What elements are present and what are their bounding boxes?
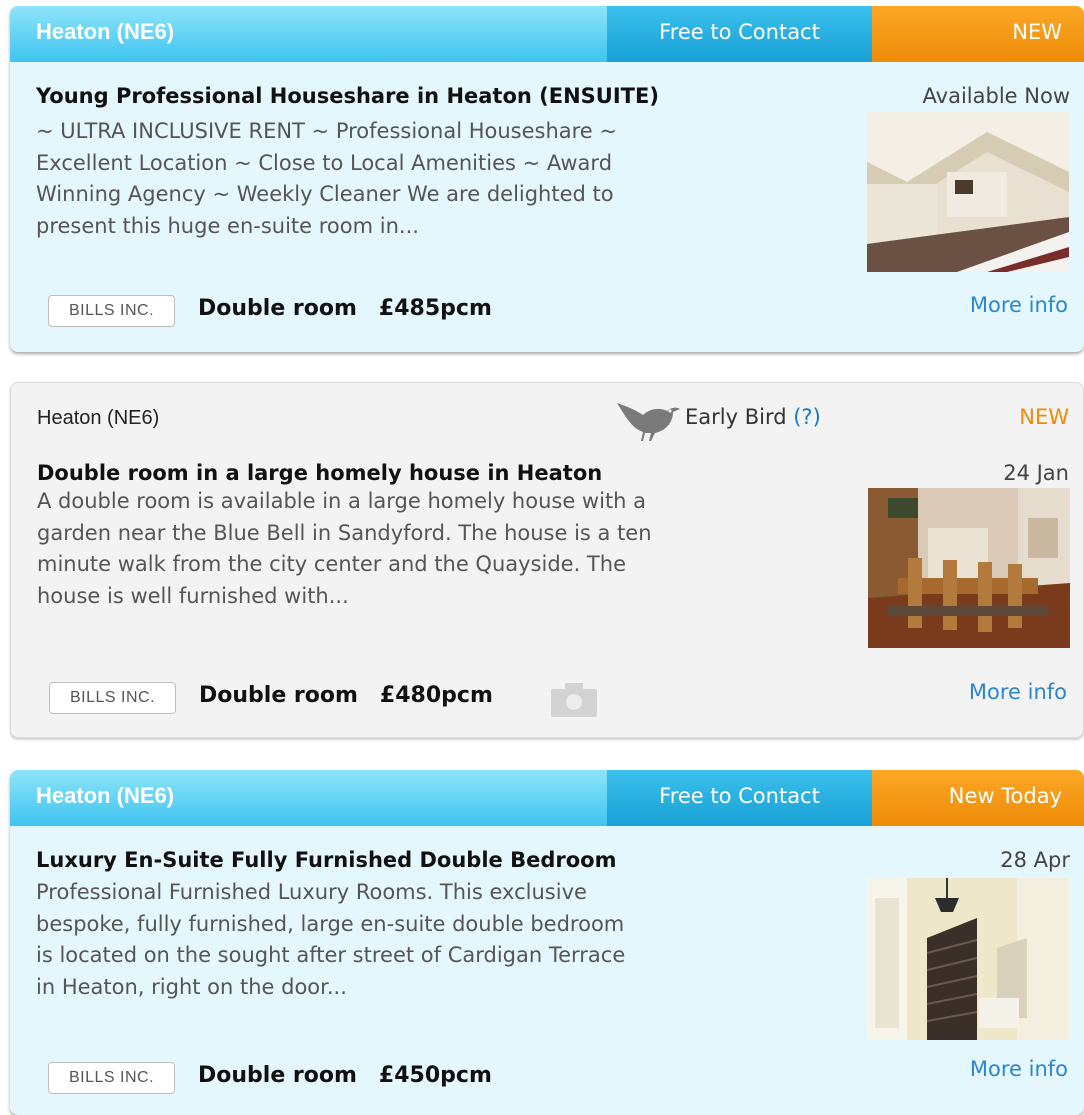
availability-date: 24 Jan [1003, 461, 1069, 485]
listing-card[interactable]: Heaton (NE6) Early Bird (?) NEW Double r… [10, 382, 1084, 738]
room-type: Double room [199, 683, 358, 708]
more-info-link[interactable]: More info [969, 680, 1067, 704]
description-line: Professional Furnished Luxury Rooms. Thi… [36, 880, 587, 904]
bills-inc-badge: BILLS INC. [48, 1062, 175, 1094]
description-line: garden near the Blue Bell in Sandyford. … [37, 520, 652, 545]
listing-title[interactable]: Double room in a large homely house in H… [37, 461, 602, 485]
description-line: house is well furnished with... [37, 583, 349, 608]
room-type: Double room [198, 296, 357, 321]
room-price: Double room £485pcm [198, 296, 492, 321]
bills-inc-badge: BILLS INC. [49, 682, 176, 714]
listing-card[interactable]: Heaton (NE6) Free to Contact NEW Young P… [10, 6, 1084, 352]
new-badge: NEW [1019, 405, 1069, 429]
availability-date: Available Now [922, 84, 1070, 108]
listing-header: Heaton (NE6) Free to Contact New Today [10, 770, 1084, 826]
room-price: Double room £450pcm [198, 1063, 492, 1088]
room-type: Double room [198, 1063, 357, 1088]
listing-photo[interactable] [868, 488, 1070, 648]
listing-card[interactable]: Heaton (NE6) Free to Contact New Today L… [10, 770, 1084, 1115]
listing-description: A double room is available in a large ho… [37, 486, 797, 612]
early-bird-icon [617, 403, 680, 441]
listing-description: ~ ULTRA INCLUSIVE RENT ~ Professional Ho… [36, 116, 796, 242]
more-info-link[interactable]: More info [970, 293, 1068, 317]
new-badge: NEW [872, 6, 1084, 62]
price: £480pcm [379, 683, 493, 708]
free-to-contact-badge: Free to Contact [607, 770, 872, 826]
listing-header: Heaton (NE6) Free to Contact NEW [10, 6, 1084, 62]
early-bird-help-link[interactable]: (?) [793, 405, 821, 429]
camera-icon [551, 683, 597, 717]
listing-title[interactable]: Young Professional Houseshare in Heaton … [36, 84, 659, 108]
description-line: present this huge en-suite room in... [36, 213, 419, 238]
new-today-badge: New Today [872, 770, 1084, 826]
listing-title[interactable]: Luxury En-Suite Fully Furnished Double B… [36, 848, 616, 872]
description-line: Winning Agency ~ Weekly Cleaner We are d… [36, 182, 614, 206]
early-bird-label: Early Bird (?) [685, 405, 821, 429]
bills-inc-badge: BILLS INC. [48, 295, 175, 327]
listing-photo[interactable] [867, 878, 1069, 1040]
description-line: Excellent Location ~ Close to Local Amen… [36, 150, 613, 175]
description-line: minute walk from the city center and the… [37, 552, 626, 576]
description-line: bespoke, fully furnished, large en-suite… [36, 911, 625, 936]
price: £485pcm [378, 296, 492, 321]
listing-area[interactable]: Heaton (NE6) [10, 770, 607, 826]
listing-area[interactable]: Heaton (NE6) [37, 407, 159, 430]
listing-photo[interactable] [867, 112, 1069, 272]
availability-date: 28 Apr [1000, 848, 1070, 872]
price: £450pcm [378, 1063, 492, 1088]
description-line: is located on the sought after street of… [36, 943, 626, 967]
listing-area[interactable]: Heaton (NE6) [10, 6, 607, 62]
description-line: ~ ULTRA INCLUSIVE RENT ~ Professional Ho… [36, 119, 617, 143]
early-bird-text: Early Bird [685, 405, 787, 429]
description-line: in Heaton, right on the door... [36, 974, 347, 999]
more-info-link[interactable]: More info [970, 1057, 1068, 1081]
description-line: A double room is available in a large ho… [37, 489, 647, 513]
listing-description: Professional Furnished Luxury Rooms. Thi… [36, 877, 796, 1003]
free-to-contact-badge: Free to Contact [607, 6, 872, 62]
room-price: Double room £480pcm [199, 683, 493, 708]
